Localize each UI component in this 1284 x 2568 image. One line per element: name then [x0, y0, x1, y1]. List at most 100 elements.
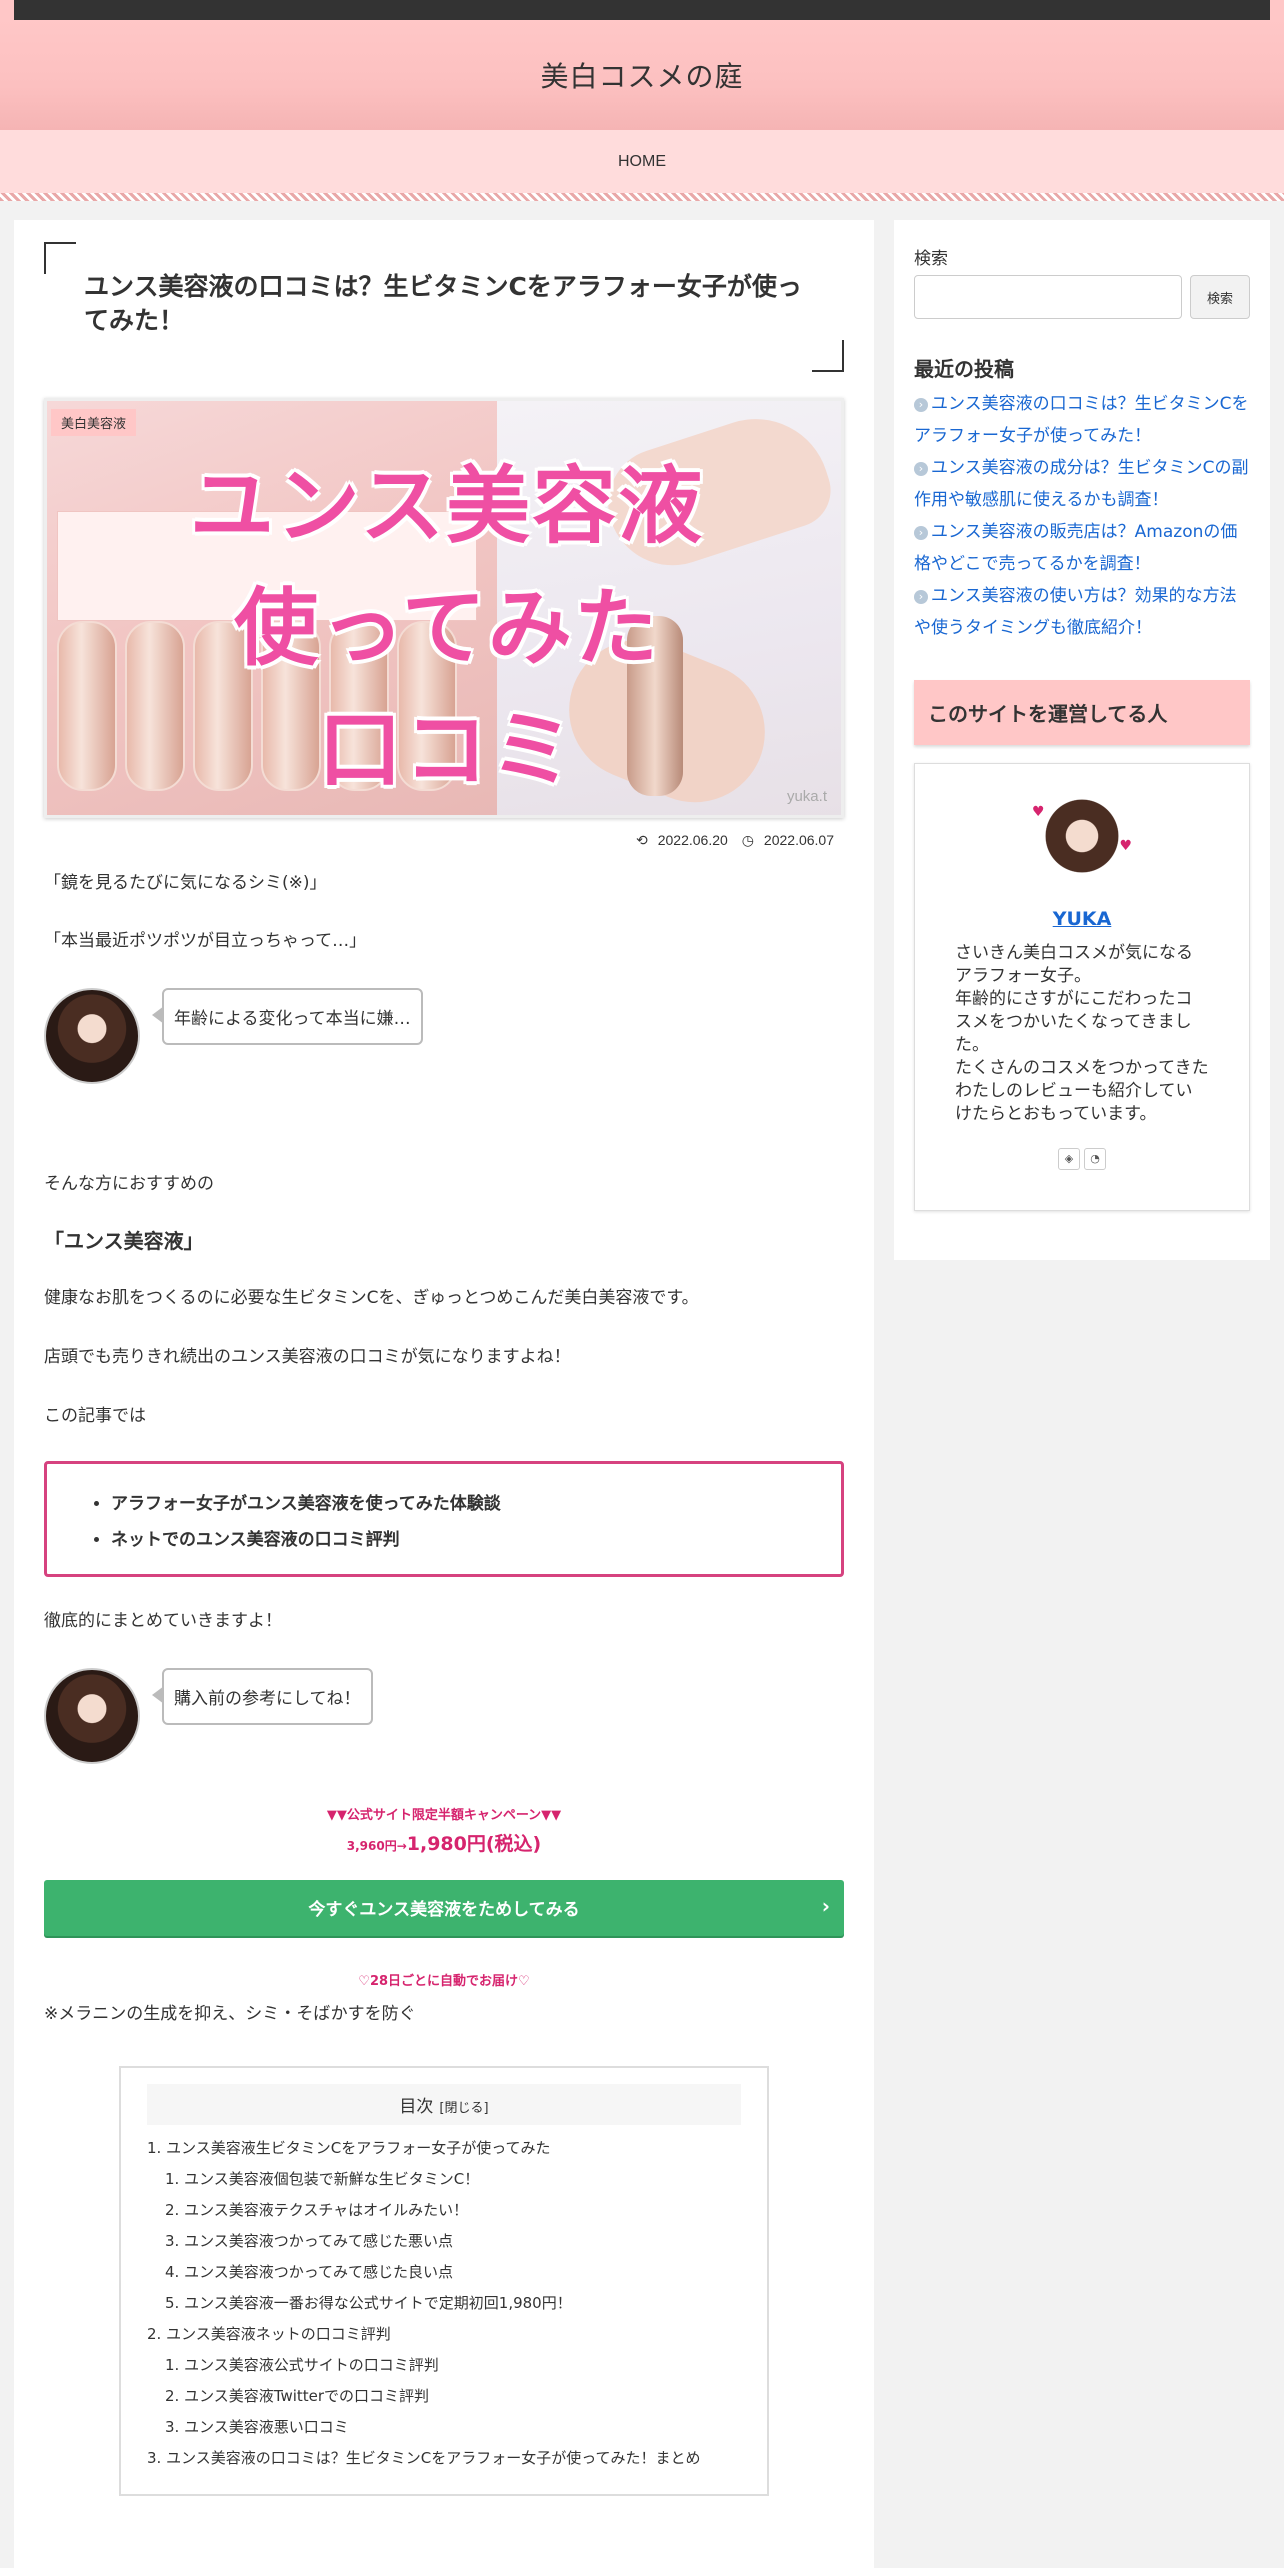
site-title[interactable]: 美白コスメの庭 — [540, 55, 743, 95]
point-item: アラフォー女子がユンス美容液を使ってみた体験談 — [111, 1486, 841, 1522]
rss-icon[interactable]: ◔ — [1084, 1147, 1106, 1170]
toc-item[interactable]: 1. ユンス美容液公式サイトの口コミ評判 — [147, 2350, 741, 2381]
title-corner-top-left — [44, 242, 76, 274]
search-input[interactable] — [914, 275, 1182, 319]
toc-item[interactable]: 1. ユンス美容液生ビタミンCをアラフォー女子が使ってみた — [147, 2133, 741, 2164]
toc-item[interactable]: 3. ユンス美容液つかってみて感じた悪い点 — [147, 2226, 741, 2257]
article-title-box: ユンス美容液の口コミは？生ビタミンCをアラフォー女子が使ってみた！ — [44, 242, 844, 372]
campaign-headline: ▼▼公式サイト限定半額キャンペーン▼▼ — [326, 1807, 562, 1823]
toc-header: 目次 [閉じる] — [147, 2083, 741, 2125]
toc-link[interactable]: 1. ユンス美容液生ビタミンCをアラフォー女子が使ってみた — [147, 2139, 551, 2157]
toc-item[interactable]: 5. ユンス美容液一番お得な公式サイトで定期初回1,980円！ — [147, 2288, 741, 2319]
recent-post-item[interactable]: › ユンス美容液の使い方は？効果的な方法や使うタイミングも徹底紹介！ — [914, 580, 1250, 644]
paragraph: ※メラニンの生成を抑え、シミ・そばかすを防ぐ — [44, 2003, 416, 2024]
chevron-right-icon: › — [914, 590, 928, 604]
category-label[interactable]: 美白美容液 — [51, 408, 137, 436]
recent-post-item[interactable]: › ユンス美容液の販売店は？Amazonの価格やどこで売ってるかを調査！ — [914, 516, 1250, 580]
catch-heading: 「ユンス美容液」 — [44, 1229, 204, 1254]
toc-link[interactable]: 3. ユンス美容液つかってみて感じた悪い点 — [165, 2232, 453, 2250]
profile-name[interactable]: YUKA — [955, 908, 1209, 930]
speaker-avatar — [44, 1667, 140, 1764]
chevron-right-icon: › — [914, 462, 928, 476]
campaign-banner: ▼▼公式サイト限定半額キャンペーン▼▼ 3,960円→1,980円(税込) — [44, 1804, 844, 1856]
speech-bubble: 購入前の参考にしてね！ — [152, 1667, 373, 1725]
article-title: ユンス美容液の口コミは？生ビタミンCをアラフォー女子が使ってみた！ — [84, 272, 802, 335]
refresh-icon: ⟲ — [636, 831, 648, 848]
recent-post-link[interactable]: ユンス美容液の販売店は？Amazonの価格やどこで売ってるかを調査！ — [914, 522, 1237, 574]
recent-post-link[interactable]: ユンス美容液の口コミは？生ビタミンCをアラフォー女子が使ってみた！ — [914, 394, 1249, 446]
toc-item[interactable]: 2. ユンス美容液ネットの口コミ評判 — [147, 2319, 741, 2350]
recent-post-link[interactable]: ユンス美容液の成分は？生ビタミンCの副作用や敏感肌に使えるかも調査！ — [914, 458, 1249, 510]
search-form: 検索 — [914, 275, 1250, 319]
campaign-price: 3,960円→1,980円(税込) — [44, 1829, 844, 1856]
toc-link[interactable]: 2. ユンス美容液テクスチャはオイルみたい！ — [165, 2201, 468, 2219]
profile-bio: さいきん美白コスメが気になるアラフォー女子。 年齢的にさすがにこだわったコスメを… — [955, 943, 1209, 1124]
paragraph: 健康なお肌をつくるのに必要な生ビタミンCを、ぎゅっとつめこんだ美白美容液です。 — [44, 1288, 699, 1309]
main-content: ユンス美容液の口コミは？生ビタミンCをアラフォー女子が使ってみた！ ユンス美容液… — [14, 220, 874, 2568]
toc-link[interactable]: 3. ユンス美容液の口コミは？生ビタミンCをアラフォー女子が使ってみた！まとめ — [147, 2449, 701, 2467]
feedly-icon[interactable]: ◈ — [1058, 1147, 1080, 1170]
paragraph: 「本当最近ポツポツが目立っちゃって…」 — [44, 931, 367, 952]
chevron-right-icon: › — [914, 526, 928, 540]
heart-icon: ♥ — [1119, 838, 1132, 854]
toc-item[interactable]: 3. ユンス美容液悪い口コミ — [147, 2412, 741, 2443]
speaker-avatar — [44, 988, 140, 1085]
speech-balloon: 年齢による変化って本当に嫌… — [44, 988, 844, 1085]
toc-item[interactable]: 4. ユンス美容液つかってみて感じた良い点 — [147, 2257, 741, 2288]
eyecatch-image: ユンス美容液 使ってみた 口コミ yuka.t 美白美容液 — [44, 397, 844, 818]
profile-follow-icons: ◈ ◔ — [955, 1147, 1209, 1170]
search-button[interactable]: 検索 — [1190, 275, 1250, 319]
eyecatch-text-line3: 口コミ — [317, 700, 576, 799]
toc-item[interactable]: 2. ユンス美容液テクスチャはオイルみたい！ — [147, 2195, 741, 2226]
auto-delivery-note: ♡28日ごとに自動でお届け♡ — [358, 1973, 530, 1989]
recent-post-item[interactable]: › ユンス美容液の口コミは？生ビタミンCをアラフォー女子が使ってみた！ — [914, 388, 1250, 452]
post-dates: ⟲ 2022.06.20 ◷ 2022.06.07 — [44, 832, 834, 849]
toc-toggle[interactable]: [閉じる] — [439, 2101, 488, 2116]
eyecatch-text-line1: ユンス美容液 — [189, 456, 705, 555]
recent-post-item[interactable]: › ユンス美容液の成分は？生ビタミンCの副作用や敏感肌に使えるかも調査！ — [914, 452, 1250, 516]
site-header: 美白コスメの庭 — [0, 20, 1284, 130]
cta-button[interactable]: 今すぐユンス美容液をためしてみる › — [44, 1879, 844, 1936]
old-price: 3,960円→ — [346, 1838, 407, 1853]
title-corner-bottom-right — [812, 339, 844, 372]
sidebar: 検索 検索 最近の投稿 › ユンス美容液の口コミは？生ビタミンCをアラフォー女子が… — [894, 220, 1270, 1260]
table-of-contents: 目次 [閉じる] 1. ユンス美容液生ビタミンCをアラフォー女子が使ってみた 1.… — [119, 2065, 769, 2496]
chevron-right-icon: › — [821, 1893, 830, 1918]
toc-link[interactable]: 1. ユンス美容液公式サイトの口コミ評判 — [165, 2356, 439, 2374]
toc-link[interactable]: 5. ユンス美容液一番お得な公式サイトで定期初回1,980円！ — [165, 2294, 572, 2312]
toc-item[interactable]: 3. ユンス美容液の口コミは？生ビタミンCをアラフォー女子が使ってみた！まとめ — [147, 2443, 741, 2474]
nav-edge-decoration — [0, 193, 1284, 201]
content-wrap: ユンス美容液の口コミは？生ビタミンCをアラフォー女子が使ってみた！ ユンス美容液… — [14, 220, 1270, 2568]
heart-icon: ♥ — [1032, 804, 1045, 820]
top-bar — [0, 0, 1284, 20]
paragraph: 「鏡を見るたびに気になるシミ(※)」 — [44, 872, 327, 893]
profile-avatar: ♥ ♥ — [1032, 788, 1132, 888]
recent-posts-heading: 最近の投稿 — [914, 357, 1014, 381]
point-item: ネットでのユンス美容液の口コミ評判 — [111, 1522, 841, 1558]
eyecatch-credit: yuka.t — [786, 787, 827, 805]
toc-link[interactable]: 1. ユンス美容液個包装で新鮮な生ビタミンC！ — [165, 2170, 479, 2188]
published-date: 2022.06.20 — [657, 831, 728, 848]
global-nav: HOME — [0, 130, 1284, 193]
search-label: 検索 — [914, 249, 948, 269]
point-box: アラフォー女子がユンス美容液を使ってみた体験談 ネットでのユンス美容液の口コミ評… — [44, 1460, 844, 1577]
toc-link[interactable]: 2. ユンス美容液Twitterでの口コミ評判 — [165, 2387, 429, 2405]
toc-item[interactable]: 1. ユンス美容液個包装で新鮮な生ビタミンC！ — [147, 2164, 741, 2195]
new-price: 1,980円(税込) — [406, 1832, 542, 1855]
profile-card: ♥ ♥ YUKA さいきん美白コスメが気になるアラフォー女子。 年齢的にさすがに… — [914, 763, 1250, 1211]
toc-link[interactable]: 2. ユンス美容液ネットの口コミ評判 — [147, 2325, 391, 2343]
clock-icon: ◷ — [741, 831, 754, 848]
paragraph: 徹底的にまとめていきますよ！ — [44, 1610, 282, 1631]
recent-post-link[interactable]: ユンス美容液の使い方は？効果的な方法や使うタイミングも徹底紹介！ — [914, 586, 1237, 638]
nav-item-home[interactable]: HOME — [618, 153, 666, 171]
updated-date: 2022.06.07 — [763, 831, 834, 848]
paragraph: 店頭でも売りきれ続出のユンス美容液の口コミが気になりますよね！ — [44, 1347, 571, 1368]
chevron-right-icon: › — [914, 398, 928, 412]
toc-link[interactable]: 3. ユンス美容液悪い口コミ — [165, 2418, 349, 2436]
paragraph: この記事では — [44, 1405, 146, 1426]
toc-link[interactable]: 4. ユンス美容液つかってみて感じた良い点 — [165, 2263, 453, 2281]
site-owner-heading: このサイトを運営してる人 — [914, 680, 1250, 745]
speech-balloon: 購入前の参考にしてね！ — [44, 1667, 844, 1764]
toc-item[interactable]: 2. ユンス美容液Twitterでの口コミ評判 — [147, 2381, 741, 2412]
recent-posts-list: › ユンス美容液の口コミは？生ビタミンCをアラフォー女子が使ってみた！ › ユンス美… — [914, 388, 1250, 644]
